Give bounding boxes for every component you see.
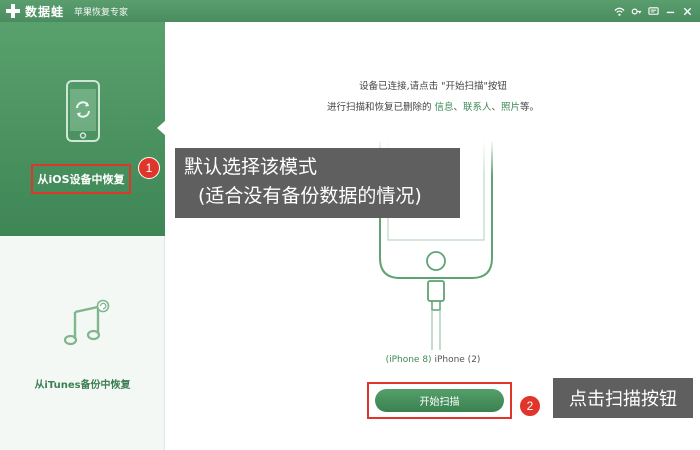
instruction-suffix: 等。 [520, 102, 540, 113]
window-controls [612, 3, 694, 19]
wifi-icon[interactable] [612, 3, 626, 19]
app-name: 数据蛙 [25, 4, 65, 19]
callout-2: 点击扫描按钮 [553, 378, 693, 418]
callout-badge-2: 2 [519, 395, 541, 417]
app-subtitle: 苹果恢复专家 [74, 7, 129, 18]
logo-icon [5, 3, 21, 19]
device-name-line: (iPhone 8) iPhone (2) [166, 355, 700, 365]
link-contacts[interactable]: 联系人 [463, 102, 492, 113]
minimize-icon[interactable] [663, 3, 677, 19]
feedback-icon[interactable] [646, 3, 660, 19]
link-messages[interactable]: 信息 [434, 102, 453, 113]
instruction-prefix: 进行扫描和恢复已删除的 [326, 102, 435, 113]
callout-badge-1: 1 [138, 157, 160, 179]
key-icon[interactable] [629, 3, 643, 19]
selection-pointer [157, 120, 166, 136]
separator: 、 [491, 102, 502, 113]
callout-1-line-1: 默认选择该模式 [184, 156, 318, 178]
start-scan-highlight: 开始扫描 [367, 382, 512, 419]
separator: 、 [453, 102, 463, 113]
instruction-line-2: 进行扫描和恢复已删除的 信息、联系人、照片等。 [166, 99, 700, 113]
mode-itunes-backup[interactable]: 从iTunes备份中恢复 [0, 236, 165, 450]
title-bar: 数据蛙 苹果恢复专家 [0, 0, 700, 22]
phone-sync-icon [66, 80, 100, 142]
device-name: iPhone (2) [434, 355, 481, 365]
start-scan-button[interactable]: 开始扫描 [375, 389, 504, 412]
callout-1-line-2: (适合没有备份数据的情况) [198, 185, 422, 207]
mode-ios-device[interactable]: 从iOS设备中恢复 [0, 22, 166, 236]
mode-itunes-label: 从iTunes备份中恢复 [34, 380, 131, 391]
close-icon[interactable] [680, 3, 694, 19]
music-restore-icon [63, 299, 110, 346]
sidebar: 从iOS设备中恢复 从iTunes备份中恢复 [0, 22, 166, 450]
mode-ios-label: 从iOS设备中恢复 [31, 164, 131, 194]
instruction-line-1: 设备已连接,请点击 "开始扫描"按钮 [359, 81, 507, 92]
callout-1: 默认选择该模式 (适合没有备份数据的情况) [175, 148, 460, 218]
device-model: (iPhone 8) [385, 355, 432, 365]
link-photos[interactable]: 照片 [501, 102, 520, 113]
